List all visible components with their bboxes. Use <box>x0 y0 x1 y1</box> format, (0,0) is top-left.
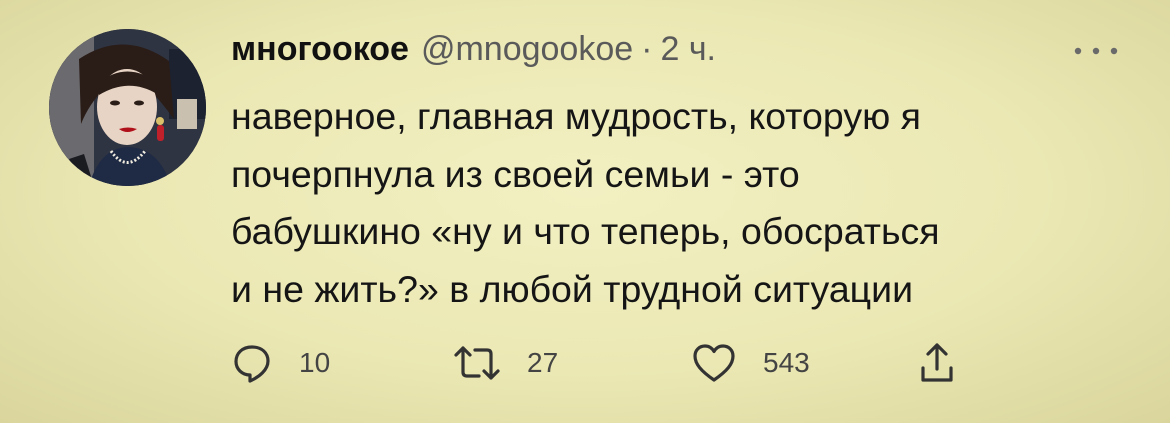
tweet-text: наверное, главная мудрость, которую я по… <box>231 95 940 310</box>
heart-icon <box>693 344 735 382</box>
header-separator: · <box>641 30 653 68</box>
tweet-actions: 10 27 543 <box>231 338 1031 388</box>
more-options-button[interactable] <box>1073 40 1119 62</box>
share-button[interactable] <box>917 338 957 388</box>
tweet-card: многоокое @mnogookoe · 2 ч. наверное, гл… <box>0 0 1170 423</box>
retweet-count: 27 <box>527 347 559 378</box>
reply-count: 10 <box>299 347 331 378</box>
retweet-icon <box>454 346 500 380</box>
tweet-header: многоокое @mnogookoe · 2 ч. <box>231 30 716 80</box>
more-horizontal-icon <box>1074 47 1118 55</box>
reply-button[interactable]: 10 <box>231 338 330 388</box>
like-count: 543 <box>763 347 810 378</box>
share-icon <box>921 343 953 382</box>
avatar[interactable] <box>49 29 206 186</box>
retweet-button[interactable]: 27 <box>453 338 558 388</box>
author-handle[interactable]: @mnogookoe <box>421 30 633 69</box>
avatar-portrait-image <box>49 29 206 186</box>
author-display-name[interactable]: многоокое <box>231 30 409 69</box>
comment-icon <box>234 345 270 383</box>
like-button[interactable]: 543 <box>691 338 810 388</box>
tweet-timestamp[interactable]: 2 ч. <box>660 30 716 69</box>
